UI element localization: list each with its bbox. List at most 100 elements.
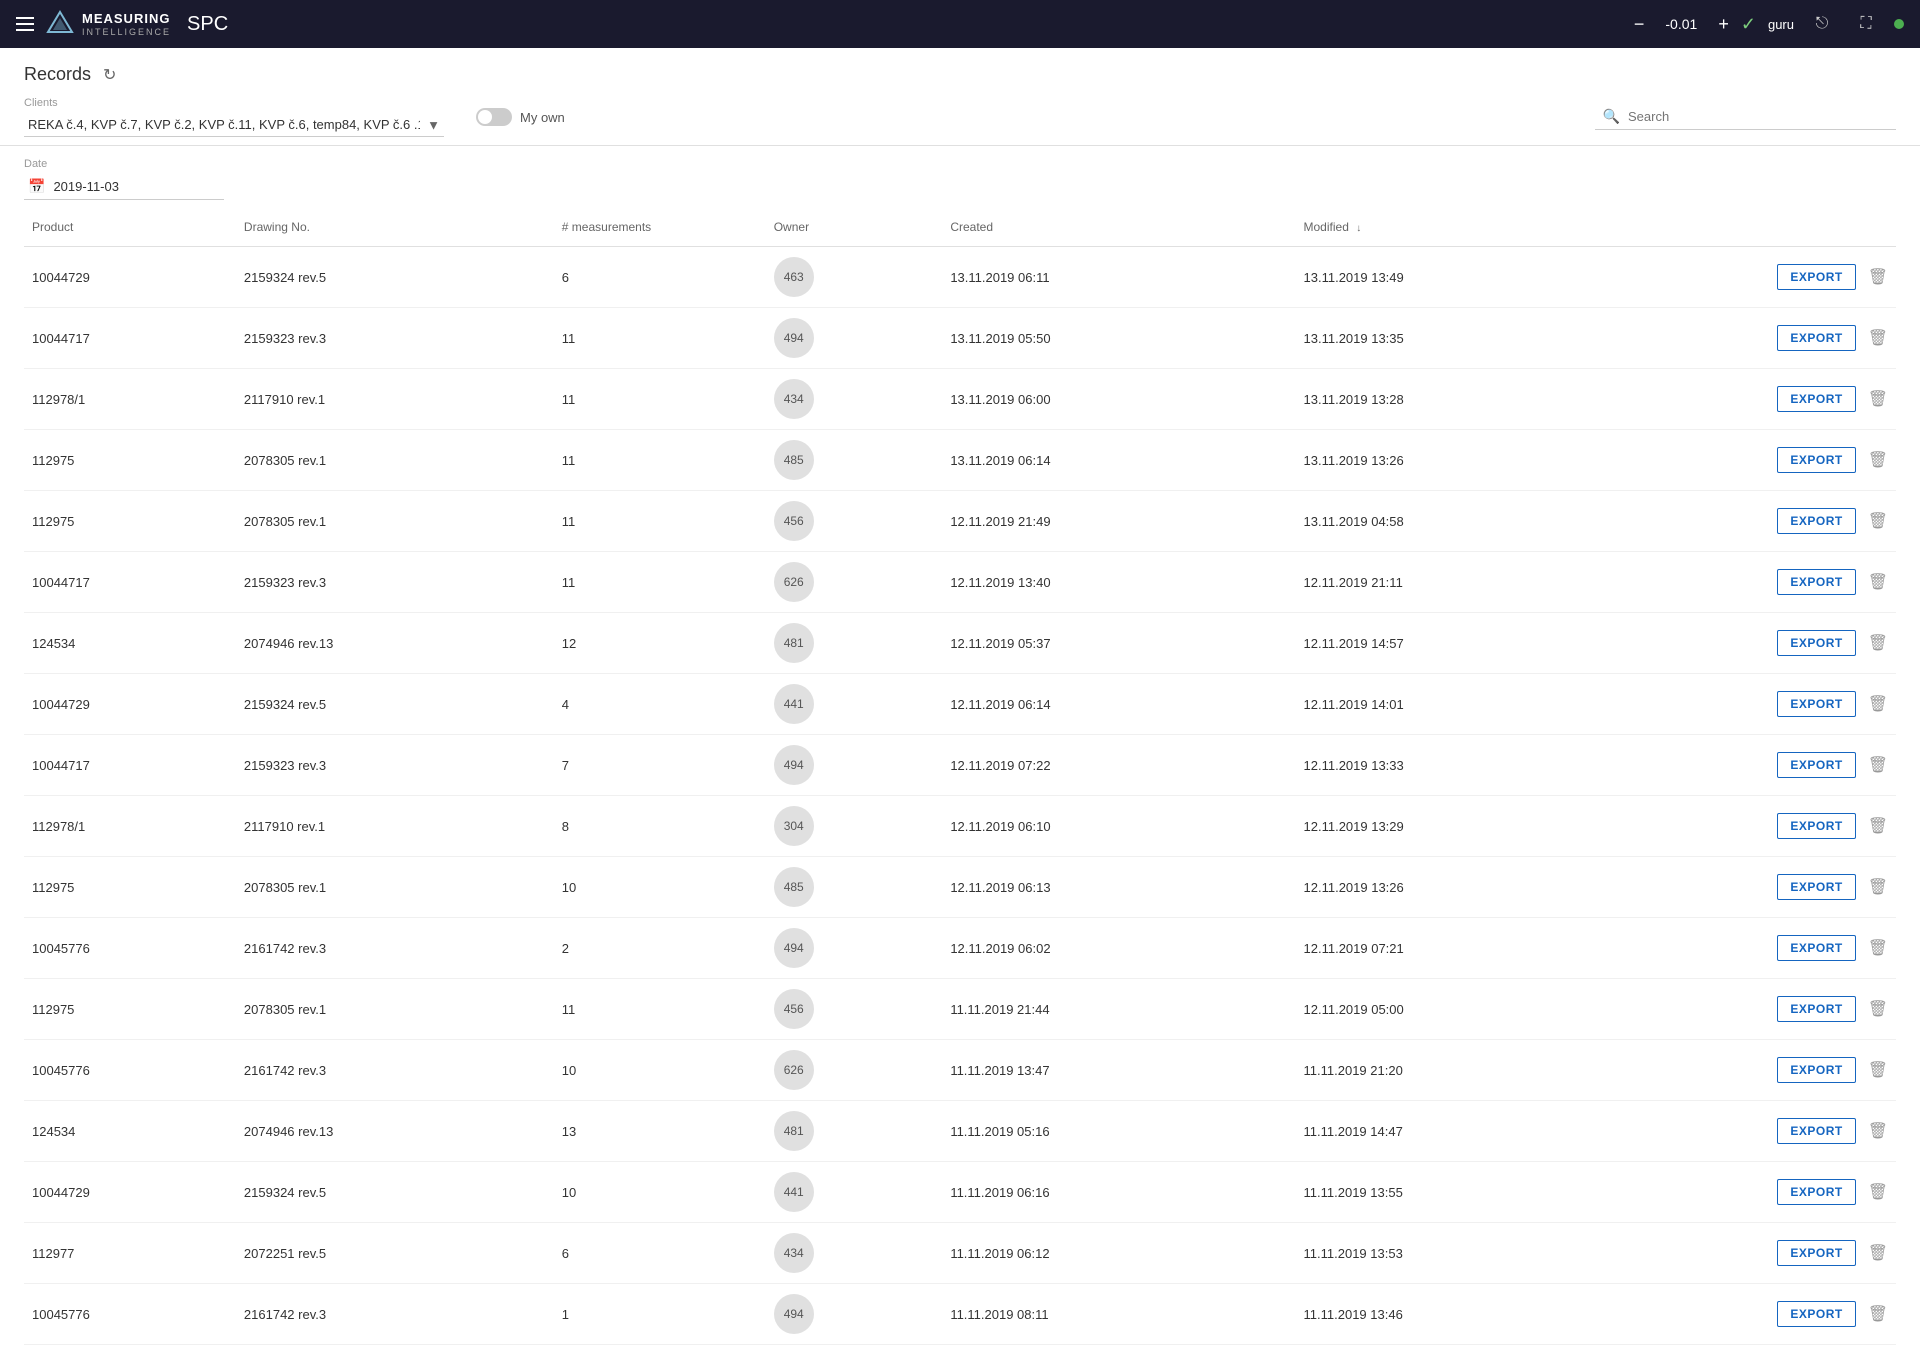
delete-button-6[interactable]: 🗑 (1868, 633, 1888, 653)
records-table-container: Product Drawing No. # measurements Owner… (0, 208, 1920, 1345)
cell-measurements-15: 10 (554, 1162, 766, 1223)
cell-drawing-0: 2159324 rev.5 (236, 247, 554, 308)
table-row: 10045776 2161742 rev.3 1 494 11.11.2019 … (24, 1284, 1896, 1345)
refresh-button[interactable]: ↻ (103, 65, 116, 85)
user-name[interactable]: guru (1768, 17, 1794, 32)
col-header-product[interactable]: Product (24, 208, 236, 247)
date-field[interactable]: 📅 2019-11-03 (24, 174, 224, 200)
cell-drawing-3: 2078305 rev.1 (236, 430, 554, 491)
delete-button-4[interactable]: 🗑 (1868, 511, 1888, 531)
export-button-4[interactable]: EXPORT (1777, 508, 1855, 534)
delete-button-1[interactable]: 🗑 (1868, 328, 1888, 348)
cell-measurements-5: 11 (554, 552, 766, 613)
cell-actions-11: EXPORT 🗑 (1649, 918, 1896, 979)
logo-icon (46, 10, 74, 38)
date-row: Date 📅 2019-11-03 (0, 146, 1920, 208)
logout-button[interactable]: ⎋ (1806, 8, 1838, 40)
export-button-3[interactable]: EXPORT (1777, 447, 1855, 473)
cell-drawing-11: 2161742 rev.3 (236, 918, 554, 979)
delete-button-9[interactable]: 🗑 (1868, 816, 1888, 836)
col-header-modified[interactable]: Modified ↓ (1296, 208, 1649, 247)
export-button-11[interactable]: EXPORT (1777, 935, 1855, 961)
cell-drawing-14: 2074946 rev.13 (236, 1101, 554, 1162)
myown-toggle[interactable] (476, 108, 512, 126)
delete-button-2[interactable]: 🗑 (1868, 389, 1888, 409)
export-button-5[interactable]: EXPORT (1777, 569, 1855, 595)
delete-button-13[interactable]: 🗑 (1868, 1060, 1888, 1080)
cell-product-8: 10044717 (24, 735, 236, 796)
spc-title: SPC (187, 13, 228, 36)
export-button-10[interactable]: EXPORT (1777, 874, 1855, 900)
cell-measurements-17: 1 (554, 1284, 766, 1345)
decrease-button[interactable]: − (1634, 14, 1645, 35)
export-button-7[interactable]: EXPORT (1777, 691, 1855, 717)
delete-button-11[interactable]: 🗑 (1868, 938, 1888, 958)
cell-created-12: 11.11.2019 21:44 (942, 979, 1295, 1040)
cell-actions-1: EXPORT 🗑 (1649, 308, 1896, 369)
col-header-measurements[interactable]: # measurements (554, 208, 766, 247)
increase-button[interactable]: + (1718, 14, 1729, 35)
fullscreen-button[interactable]: ⛶ (1850, 8, 1882, 40)
cell-owner-11: 494 (766, 918, 943, 979)
myown-toggle-section: My own (476, 108, 565, 126)
col-header-owner[interactable]: Owner (766, 208, 943, 247)
delete-button-5[interactable]: 🗑 (1868, 572, 1888, 592)
table-row: 112978/1 2117910 rev.1 8 304 12.11.2019 … (24, 796, 1896, 857)
export-button-2[interactable]: EXPORT (1777, 386, 1855, 412)
cell-actions-4: EXPORT 🗑 (1649, 491, 1896, 552)
export-button-1[interactable]: EXPORT (1777, 325, 1855, 351)
delete-button-3[interactable]: 🗑 (1868, 450, 1888, 470)
owner-badge-9: 304 (774, 806, 814, 846)
delete-button-12[interactable]: 🗑 (1868, 999, 1888, 1019)
table-header: Product Drawing No. # measurements Owner… (24, 208, 1896, 247)
cell-modified-7: 12.11.2019 14:01 (1296, 674, 1649, 735)
export-button-9[interactable]: EXPORT (1777, 813, 1855, 839)
export-button-15[interactable]: EXPORT (1777, 1179, 1855, 1205)
cell-created-13: 11.11.2019 13:47 (942, 1040, 1295, 1101)
delete-button-17[interactable]: 🗑 (1868, 1304, 1888, 1324)
delete-button-0[interactable]: 🗑 (1868, 267, 1888, 287)
table-row: 124534 2074946 rev.13 13 481 11.11.2019 … (24, 1101, 1896, 1162)
export-button-6[interactable]: EXPORT (1777, 630, 1855, 656)
cell-product-12: 112975 (24, 979, 236, 1040)
export-button-12[interactable]: EXPORT (1777, 996, 1855, 1022)
export-button-17[interactable]: EXPORT (1777, 1301, 1855, 1327)
delete-button-7[interactable]: 🗑 (1868, 694, 1888, 714)
cell-owner-15: 441 (766, 1162, 943, 1223)
owner-badge-10: 485 (774, 867, 814, 907)
delete-button-10[interactable]: 🗑 (1868, 877, 1888, 897)
export-button-0[interactable]: EXPORT (1777, 264, 1855, 290)
col-header-created[interactable]: Created (942, 208, 1295, 247)
export-button-16[interactable]: EXPORT (1777, 1240, 1855, 1266)
cell-drawing-7: 2159324 rev.5 (236, 674, 554, 735)
search-box: 🔍 (1595, 104, 1896, 130)
owner-badge-16: 434 (774, 1233, 814, 1273)
export-button-14[interactable]: EXPORT (1777, 1118, 1855, 1144)
col-header-actions (1649, 208, 1896, 247)
confirm-button[interactable]: ✓ (1741, 14, 1756, 35)
hamburger-menu[interactable] (16, 17, 34, 31)
cell-modified-12: 12.11.2019 05:00 (1296, 979, 1649, 1040)
owner-badge-2: 434 (774, 379, 814, 419)
cell-drawing-17: 2161742 rev.3 (236, 1284, 554, 1345)
owner-badge-11: 494 (774, 928, 814, 968)
cell-owner-12: 456 (766, 979, 943, 1040)
cell-product-6: 124534 (24, 613, 236, 674)
toolbar: Records ↻ Clients REKA č.4, KVP č.7, KVP… (0, 48, 1920, 146)
cell-drawing-6: 2074946 rev.13 (236, 613, 554, 674)
table-row: 112977 2072251 rev.5 6 434 11.11.2019 06… (24, 1223, 1896, 1284)
clients-select[interactable]: REKA č.4, KVP č.7, KVP č.2, KVP č.11, KV… (24, 113, 444, 137)
col-header-drawing[interactable]: Drawing No. (236, 208, 554, 247)
delete-button-16[interactable]: 🗑 (1868, 1243, 1888, 1263)
main-area: Records ↻ Clients REKA č.4, KVP č.7, KVP… (0, 48, 1920, 1345)
delete-button-8[interactable]: 🗑 (1868, 755, 1888, 775)
delete-button-14[interactable]: 🗑 (1868, 1121, 1888, 1141)
owner-badge-7: 441 (774, 684, 814, 724)
cell-product-15: 10044729 (24, 1162, 236, 1223)
cell-actions-14: EXPORT 🗑 (1649, 1101, 1896, 1162)
search-input[interactable] (1628, 109, 1888, 124)
cell-modified-13: 11.11.2019 21:20 (1296, 1040, 1649, 1101)
delete-button-15[interactable]: 🗑 (1868, 1182, 1888, 1202)
export-button-13[interactable]: EXPORT (1777, 1057, 1855, 1083)
export-button-8[interactable]: EXPORT (1777, 752, 1855, 778)
